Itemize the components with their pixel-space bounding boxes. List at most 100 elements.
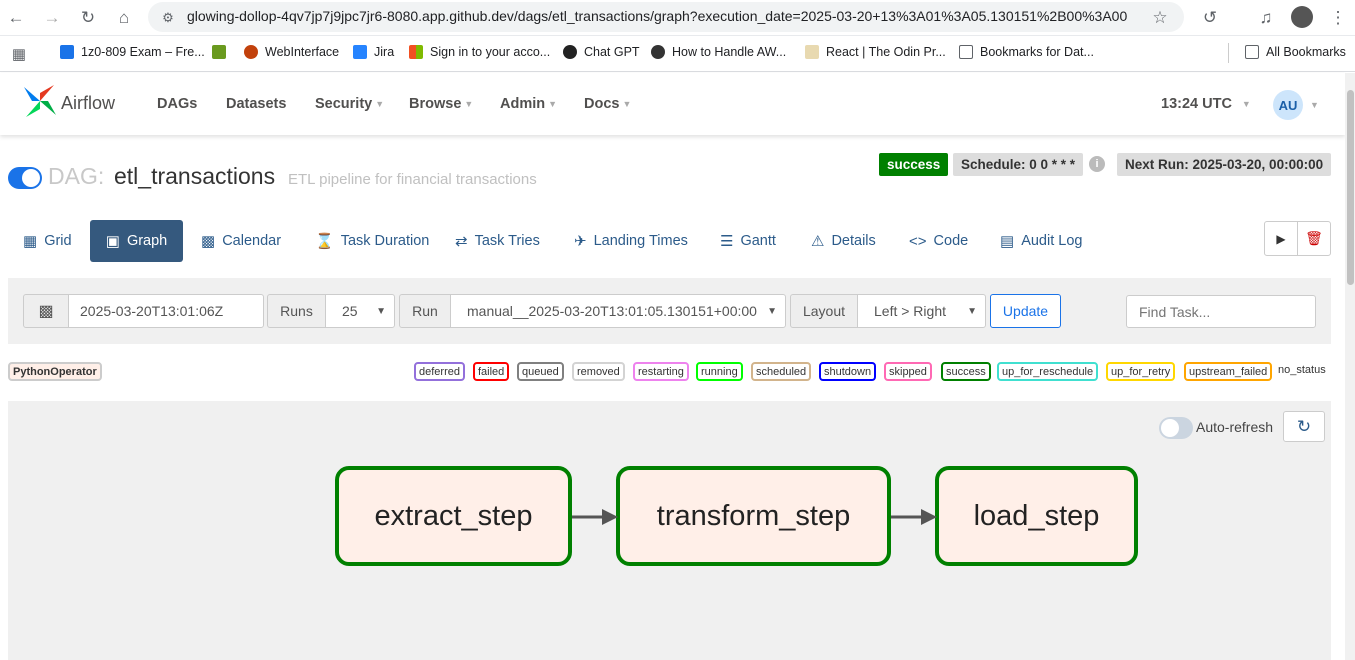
nav-browse[interactable]: Browse ▼ [409,96,473,112]
runs-label: Runs [267,294,326,328]
state-legend-scheduled[interactable]: scheduled [751,362,812,381]
bookmark-item[interactable]: Sign in to your acco... [409,45,550,59]
state-legend-restarting[interactable]: restarting [633,362,689,381]
runs-select[interactable]: 25 ▼ [325,294,395,328]
scrollbar-thumb[interactable] [1347,90,1354,285]
state-legend-no-status[interactable]: no_status [1278,362,1326,381]
chevron-down-icon: ▼ [376,305,386,317]
state-legend-shutdown[interactable]: shutdown [819,362,877,381]
media-icon[interactable]: ♫ [1255,7,1277,29]
layout-select[interactable]: Left > Right ▼ [857,294,986,328]
site-info-icon[interactable]: ⚙ [157,7,179,29]
state-legend-queued[interactable]: queued [517,362,564,381]
reload-icon[interactable]: ↻ [77,7,99,29]
home-icon[interactable]: ⌂ [113,7,135,29]
state-legend-upstream-failed[interactable]: upstream_failed [1184,362,1273,381]
tab-audit-log[interactable]: ▤ Audit Log [1000,220,1082,262]
menu-icon[interactable]: ⋮ [1327,7,1349,29]
caret-down-icon: ▼ [1241,99,1251,110]
bookmark-item[interactable]: How to Handle AW... [651,45,786,59]
separator [1228,43,1229,63]
tab-grid[interactable]: ▦ Grid [23,220,72,262]
calendar-picker-button[interactable]: ▩ [23,294,69,328]
refresh-icon: ↻ [1296,416,1312,436]
state-legend-success[interactable]: success [941,362,991,381]
info-icon[interactable]: i [1089,156,1105,172]
folder-icon [959,45,973,59]
caret-down-icon[interactable]: ▼ [1310,100,1319,110]
state-legend-skipped[interactable]: skipped [884,362,932,381]
bookmark-favicon-icon [651,45,665,59]
state-legend-deferred[interactable]: deferred [414,362,465,381]
plane-landing-icon: ✈ [574,233,587,250]
folder-icon [1245,45,1259,59]
graph-icon: ▣ [105,233,120,250]
base-date-input[interactable]: 2025-03-20T13:01:06Z [68,294,264,328]
bookmark-item[interactable]: Chat GPT [563,45,640,59]
bookmark-item[interactable]: React | The Odin Pr... [805,45,946,59]
url-text[interactable]: glowing-dollop-4qv7jp7j9jpc7jr6-8080.app… [187,8,1127,24]
bookmark-item[interactable]: Jira [353,45,394,59]
refresh-button[interactable]: ↻ [1283,411,1325,442]
state-legend-running[interactable]: running [696,362,743,381]
back-icon[interactable]: ← [5,7,27,29]
tab-task-duration[interactable]: ⌛ Task Duration [315,220,429,262]
dag-state-badge: success [879,153,949,176]
tab-landing-times[interactable]: ✈ Landing Times [574,220,688,262]
bookmark-item[interactable]: WebInterface [244,45,339,59]
auto-refresh-label: Auto-refresh [1196,419,1274,435]
nav-admin[interactable]: Admin ▼ [500,96,557,112]
tab-task-tries[interactable]: ⇄ Task Tries [455,220,540,262]
calendar-icon: ▩ [38,303,54,320]
state-legend-up-for-retry[interactable]: up_for_retry [1106,362,1176,381]
auto-refresh-toggle[interactable] [1159,417,1193,439]
task-node-extract[interactable]: extract_step [335,466,572,566]
hourglass-icon: ⌛ [315,233,334,250]
airflow-navbar [0,73,1345,135]
update-button[interactable]: Update [990,294,1061,328]
task-node-transform[interactable]: transform_step [616,466,891,566]
next-run-badge: Next Run: 2025-03-20, 00:00:00 [1117,153,1332,176]
task-node-load[interactable]: load_step [935,466,1138,566]
tab-details[interactable]: ⚠ Details [811,220,876,262]
chevron-down-icon: ▼ [967,305,977,317]
chatgpt-icon [563,45,577,59]
caret-down-icon: ▼ [548,99,558,110]
arrowhead-icon [602,509,618,525]
nav-security[interactable]: Security ▼ [315,96,384,112]
state-legend-failed[interactable]: failed [473,362,510,381]
all-bookmarks[interactable]: All Bookmarks [1245,45,1346,59]
find-task-input[interactable] [1126,295,1316,328]
nav-datasets[interactable]: Datasets [226,96,286,112]
tab-calendar[interactable]: ▩ Calendar [201,220,281,262]
bookmark-item[interactable] [212,45,233,59]
tab-gantt[interactable]: ☰ Gantt [720,220,776,262]
dag-id: etl_transactions [114,163,276,189]
timezone-menu[interactable]: 13:24 UTC ▼ [1161,96,1251,112]
forward-icon[interactable]: → [41,7,63,29]
operator-legend[interactable]: PythonOperator [8,362,102,381]
dag-pause-toggle[interactable] [8,167,42,189]
gantt-icon: ☰ [720,233,734,250]
bookmark-star-icon[interactable]: ☆ [1149,7,1171,29]
tab-code[interactable]: <> Code [909,220,968,262]
state-legend-up-for-reschedule[interactable]: up_for_reschedule [997,362,1099,381]
brand-name[interactable]: Airflow [61,93,115,114]
user-avatar[interactable]: AU [1273,90,1303,120]
nav-dags[interactable]: DAGs [157,96,197,112]
run-select[interactable]: manual__2025-03-20T13:01:05.130151+00:00… [450,294,786,328]
apps-icon[interactable]: ▦ [8,43,30,65]
profile-avatar[interactable] [1291,6,1313,28]
delete-dag-button[interactable]: 🗑 [1297,221,1331,256]
schedule-badge: Schedule: 0 0 * * * [953,153,1084,176]
bookmark-folder[interactable]: Bookmarks for Dat... [959,45,1094,59]
tab-graph[interactable]: ▣ Graph [90,220,183,262]
history-icon[interactable]: ↺ [1199,7,1221,29]
bookmark-item[interactable]: 1z0-809 Exam – Fre... [60,45,205,59]
repeat-icon: ⇄ [455,233,468,250]
airflow-logo-icon[interactable] [22,83,58,119]
trigger-dag-button[interactable]: ▶ [1264,221,1298,256]
state-legend-removed[interactable]: removed [572,362,625,381]
edge-transform-load [891,509,937,525]
nav-docs[interactable]: Docs ▼ [584,96,631,112]
